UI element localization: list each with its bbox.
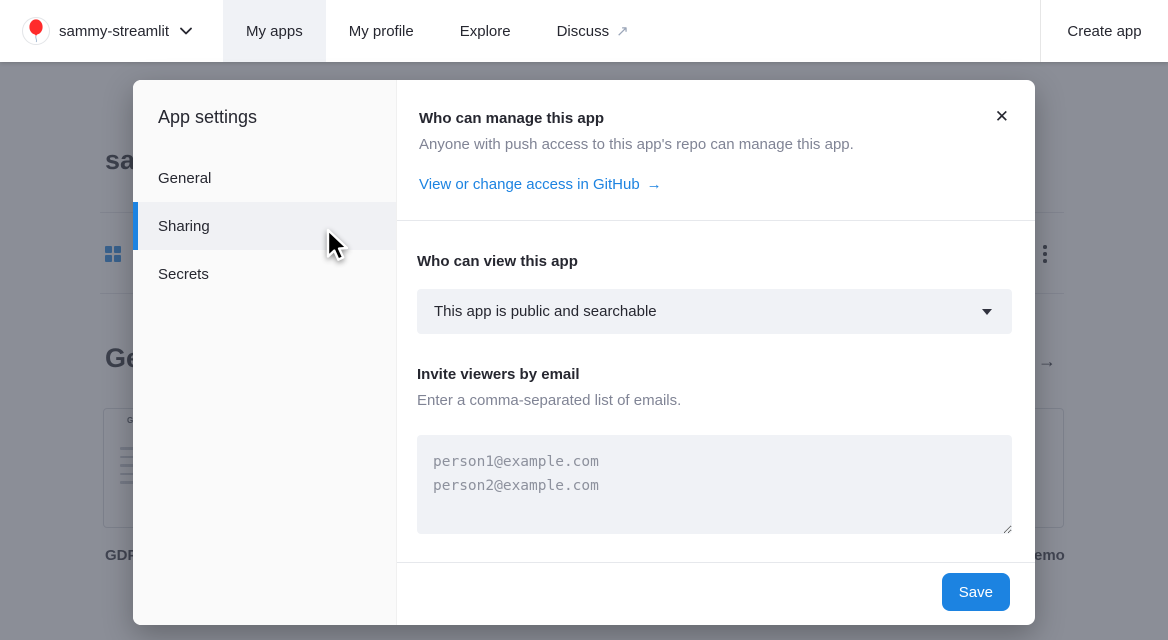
settings-tab-secrets[interactable]: Secrets	[133, 250, 396, 298]
nav-explore[interactable]: Explore	[437, 0, 534, 62]
manage-heading: Who can manage this app	[419, 110, 975, 127]
nav-my-profile[interactable]: My profile	[326, 0, 437, 62]
settings-tab-general[interactable]: General	[133, 154, 396, 202]
invite-heading: Invite viewers by email	[417, 366, 1012, 383]
settings-tab-label: General	[158, 170, 211, 187]
manage-section: Who can manage this app Anyone with push…	[397, 80, 1035, 221]
workspace-switcher[interactable]: sammy-streamlit	[22, 0, 192, 62]
settings-tab-label: Secrets	[158, 266, 209, 283]
topbar: sammy-streamlit My apps My profile Explo…	[0, 0, 1168, 62]
save-button[interactable]: Save	[942, 573, 1010, 611]
modal-footer: Save	[397, 562, 1035, 625]
settings-tab-sharing[interactable]: Sharing	[133, 202, 396, 250]
workspace-avatar	[22, 17, 50, 45]
nav-label: My apps	[246, 23, 303, 40]
balloon-icon	[27, 19, 45, 43]
screen: sa Get → GD GDP emo sammy-stre	[0, 0, 1168, 640]
nav-label: Discuss	[557, 23, 610, 40]
app-settings-modal: App settings General Sharing Secrets ✕ W…	[133, 80, 1035, 625]
view-heading: Who can view this app	[417, 253, 1012, 270]
workspace-name: sammy-streamlit	[59, 23, 169, 40]
settings-tab-label: Sharing	[158, 218, 210, 235]
invite-description: Enter a comma-separated list of emails.	[417, 392, 1012, 409]
modal-sidebar: App settings General Sharing Secrets	[133, 80, 397, 625]
arrow-right-icon: →	[647, 176, 662, 193]
view-invite-section: Who can view this app This app is public…	[397, 221, 1035, 534]
chevron-down-icon	[982, 309, 992, 315]
top-nav: My apps My profile Explore Discuss ↗	[223, 0, 652, 62]
nav-label: Explore	[460, 23, 511, 40]
create-app-button[interactable]: Create app	[1040, 0, 1168, 62]
visibility-dropdown[interactable]: This app is public and searchable	[417, 289, 1012, 334]
github-access-link[interactable]: View or change access in GitHub →	[419, 176, 662, 193]
nav-my-apps[interactable]: My apps	[223, 0, 326, 62]
github-access-link-label: View or change access in GitHub	[419, 176, 640, 193]
manage-description: Anyone with push access to this app's re…	[419, 136, 975, 153]
nav-discuss[interactable]: Discuss ↗	[534, 0, 652, 62]
external-link-icon: ↗	[616, 22, 629, 40]
chevron-down-icon	[180, 27, 192, 35]
modal-title: App settings	[133, 104, 396, 130]
create-app-label: Create app	[1067, 23, 1141, 40]
visibility-dropdown-value: This app is public and searchable	[434, 303, 657, 320]
modal-content: ✕ Who can manage this app Anyone with pu…	[397, 80, 1035, 625]
nav-label: My profile	[349, 23, 414, 40]
invite-emails-textarea[interactable]	[417, 435, 1012, 534]
